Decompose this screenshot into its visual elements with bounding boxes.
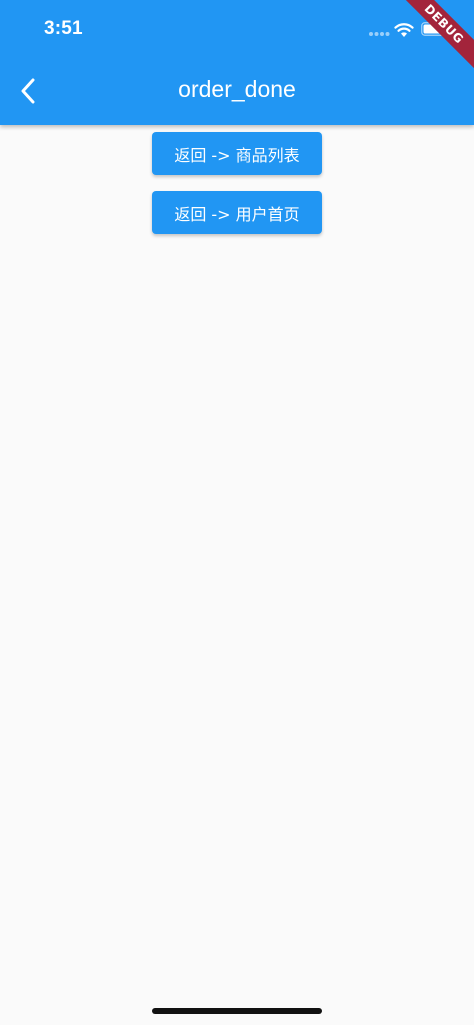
screen: 3:51 order_done DEBUG 返回 -> 商品列表 返回 -> 用… xyxy=(0,0,474,1025)
page-body: 返回 -> 商品列表 返回 -> 用户首页 xyxy=(0,125,474,1025)
status-time: 3:51 xyxy=(44,18,83,39)
home-indicator[interactable] xyxy=(152,1008,322,1014)
page-title: order_done xyxy=(178,76,296,102)
back-to-user-home-label: 返回 -> 用户首页 xyxy=(174,204,300,224)
wifi-icon xyxy=(394,23,414,37)
back-to-user-home-button[interactable]: 返回 -> 用户首页 xyxy=(152,191,322,234)
cellular-signal-icon xyxy=(369,32,390,36)
back-to-product-list-label: 返回 -> 商品列表 xyxy=(174,145,300,165)
battery-icon xyxy=(421,22,450,36)
app-bar: 3:51 order_done xyxy=(0,0,474,125)
back-to-product-list-button[interactable]: 返回 -> 商品列表 xyxy=(152,132,322,175)
